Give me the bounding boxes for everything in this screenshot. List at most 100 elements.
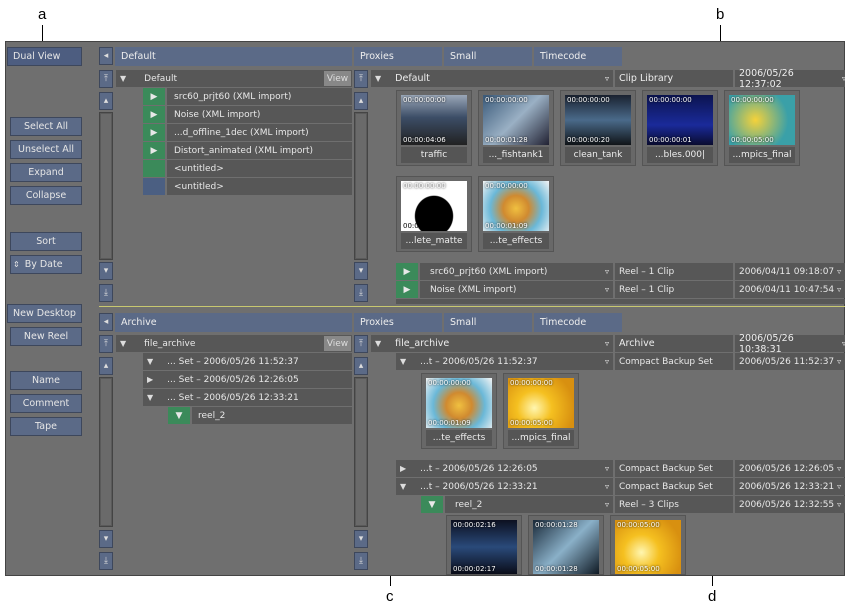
comment-button[interactable]: Comment [10,394,82,413]
tape-button[interactable]: Tape [10,417,82,436]
tree-scroll-thumb[interactable] [100,113,112,259]
scroll-up-icon[interactable]: ▴ [354,92,368,110]
scroll-down-icon[interactable]: ▾ [99,530,113,548]
tab-timecode-bottom[interactable]: Timecode [534,313,622,332]
clip-tile[interactable]: 00:00:05:00 00:00:05:00 [610,515,686,575]
scroll-top-icon[interactable]: ⤒ [354,70,368,88]
scroll-top-icon[interactable]: ⤒ [354,335,368,353]
clip-scrollbar[interactable] [354,112,368,260]
collapsed-arrow-icon: ▶ [400,464,407,473]
play-icon[interactable]: ▶ [143,142,165,159]
select-all-button[interactable]: Select All [10,117,82,136]
path-bar[interactable]: ▼ Default ▿ [371,70,613,87]
collapse-panel-icon[interactable]: ◂ [99,47,113,65]
tree-view-button[interactable]: View [324,71,351,86]
scroll-down-icon[interactable]: ▾ [354,530,368,548]
backup-set-date: 2006/05/26 12:26:05 ▿ [735,460,845,477]
scroll-top-icon[interactable]: ⤒ [99,70,113,88]
tree-item[interactable]: Noise (XML import) [167,106,352,123]
clip-thumbnail: 00:00:00:00 00:00:05:00 [508,378,574,428]
scroll-up-icon[interactable]: ▴ [99,357,113,375]
reel-row[interactable]: reel_2 ▿ [445,496,613,513]
tree-item[interactable]: ▶... Set – 2006/05/26 12:26:05 [143,371,352,388]
clip-tile[interactable]: 00:00:00:00 00:00:01:09 ...te_effects [478,176,554,252]
expand-arrow-icon[interactable]: ▼ [168,407,190,424]
backup-set-row[interactable]: ▼ ...t – 2006/05/26 11:52:37 ▿ [396,353,613,370]
tree-root-archive[interactable]: ▼ file_archive [116,335,352,352]
clip-tile[interactable]: 00:00:00:00 00:00:01:28 ..._fishtank1 [478,90,554,166]
clip-tile[interactable]: 00:00:00:00 00:00:05:00 ...mpics_final [503,373,579,449]
scroll-bottom-icon[interactable]: ⤓ [99,552,113,570]
reel-type: Reel – 1 Clip [615,281,733,298]
by-date-dropdown[interactable]: ⇕ By Date [10,255,82,274]
scroll-down-icon[interactable]: ▾ [354,262,368,280]
backup-set-row[interactable]: ▼ ...t – 2006/05/26 12:33:21 ▿ [396,478,613,495]
play-icon[interactable]: ▶ [143,124,165,141]
backup-set-row[interactable]: ▶ ...t – 2006/05/26 12:26:05 ▿ [396,460,613,477]
tree-item[interactable]: src60_prjt60 (XML import) [167,88,352,105]
tree-scrollbar[interactable] [99,377,113,527]
tab-proxies-top[interactable]: Proxies [354,47,442,66]
tree-item[interactable]: Distort_animated (XML import) [167,142,352,159]
scroll-bottom-icon[interactable]: ⤓ [99,284,113,302]
path-bar[interactable]: ▼ file_archive ▿ [371,335,613,352]
tab-timecode-top[interactable]: Timecode [534,47,622,66]
clip-scroll-thumb[interactable] [355,378,367,526]
callout-a: a [38,6,47,23]
expand-arrow-icon[interactable]: ▼ [421,496,443,513]
tab-small-top[interactable]: Small [444,47,532,66]
clip-tile[interactable]: 00:00:01:28 00:00:01:28 [528,515,604,575]
tree-item[interactable]: ▼... Set – 2006/05/26 12:33:21 [143,389,352,406]
play-icon[interactable]: ▶ [143,88,165,105]
clip-tile[interactable]: 00:00:00:00 00:00:00:01 ...bles.000| [642,90,718,166]
tree-item[interactable]: ▼... Set – 2006/05/26 11:52:37 [143,353,352,370]
tree-item[interactable]: <untitled> [167,160,352,177]
tab-small-bottom[interactable]: Small [444,313,532,332]
expand-arrow-icon: ▼ [375,74,382,83]
play-icon[interactable]: ▶ [143,106,165,123]
tree-scrollbar[interactable] [99,112,113,260]
collapse-panel-icon[interactable]: ◂ [99,313,113,331]
backup-set-type: Compact Backup Set [615,478,733,495]
clip-tile[interactable]: 00:00:00:00 00:00:00:20 clean_tank [560,90,636,166]
dropdown-icon: ▿ [604,464,609,473]
sort-button[interactable]: Sort [10,232,82,251]
tree-scroll-thumb[interactable] [100,378,112,526]
reel-row[interactable]: Noise (XML import) ▿ [420,281,613,298]
path-date: 2006/05/26 12:37:02 ▿ [735,68,845,90]
clip-tile[interactable]: 00:00:00:00 00:00:02:10 ...lete_matte [396,176,472,252]
sort-arrows-icon: ⇕ [13,260,20,269]
callout-b: b [716,6,725,23]
clip-tile[interactable]: 00:00:00:00 00:00:05:00 ...mpics_final [724,90,800,166]
dual-view-button[interactable]: Dual View [7,47,82,66]
clip-tile[interactable]: 00:00:00:00 00:00:01:09 ...te_effects [421,373,497,449]
clip-scroll-thumb[interactable] [355,113,367,259]
tree-view-button[interactable]: View [324,336,351,351]
scroll-bottom-icon[interactable]: ⤓ [354,552,368,570]
scroll-up-icon[interactable]: ▴ [354,357,368,375]
new-reel-button[interactable]: New Reel [10,327,82,346]
scroll-up-icon[interactable]: ▴ [99,92,113,110]
expand-button[interactable]: Expand [10,163,82,182]
tree-item[interactable]: reel_2 [192,407,352,424]
path-type: Archive [615,335,733,352]
scroll-top-icon[interactable]: ⤒ [99,335,113,353]
callout-c: c [386,588,394,605]
play-icon[interactable]: ▶ [396,281,418,298]
clip-tile[interactable]: 00:00:00:00 00:00:04:06 traffic [396,90,472,166]
tab-proxies-bottom[interactable]: Proxies [354,313,442,332]
tree-item[interactable]: <untitled> [167,178,352,195]
clip-scrollbar[interactable] [354,377,368,527]
reel-row[interactable]: src60_prjt60 (XML import) ▿ [420,263,613,280]
clip-tile[interactable]: 00:00:02:16 00:00:02:17 [446,515,522,575]
play-icon[interactable]: ▶ [396,263,418,280]
tree-item[interactable]: ...d_offline_1dec (XML import) [167,124,352,141]
collapse-button[interactable]: Collapse [10,186,82,205]
scroll-down-icon[interactable]: ▾ [99,262,113,280]
new-desktop-button[interactable]: New Desktop [7,304,82,323]
tree-root-default[interactable]: ▼ Default [116,70,352,87]
name-button[interactable]: Name [10,371,82,390]
unselect-all-button[interactable]: Unselect All [10,140,82,159]
scroll-bottom-icon[interactable]: ⤓ [354,284,368,302]
tree-item-marker [143,160,165,177]
